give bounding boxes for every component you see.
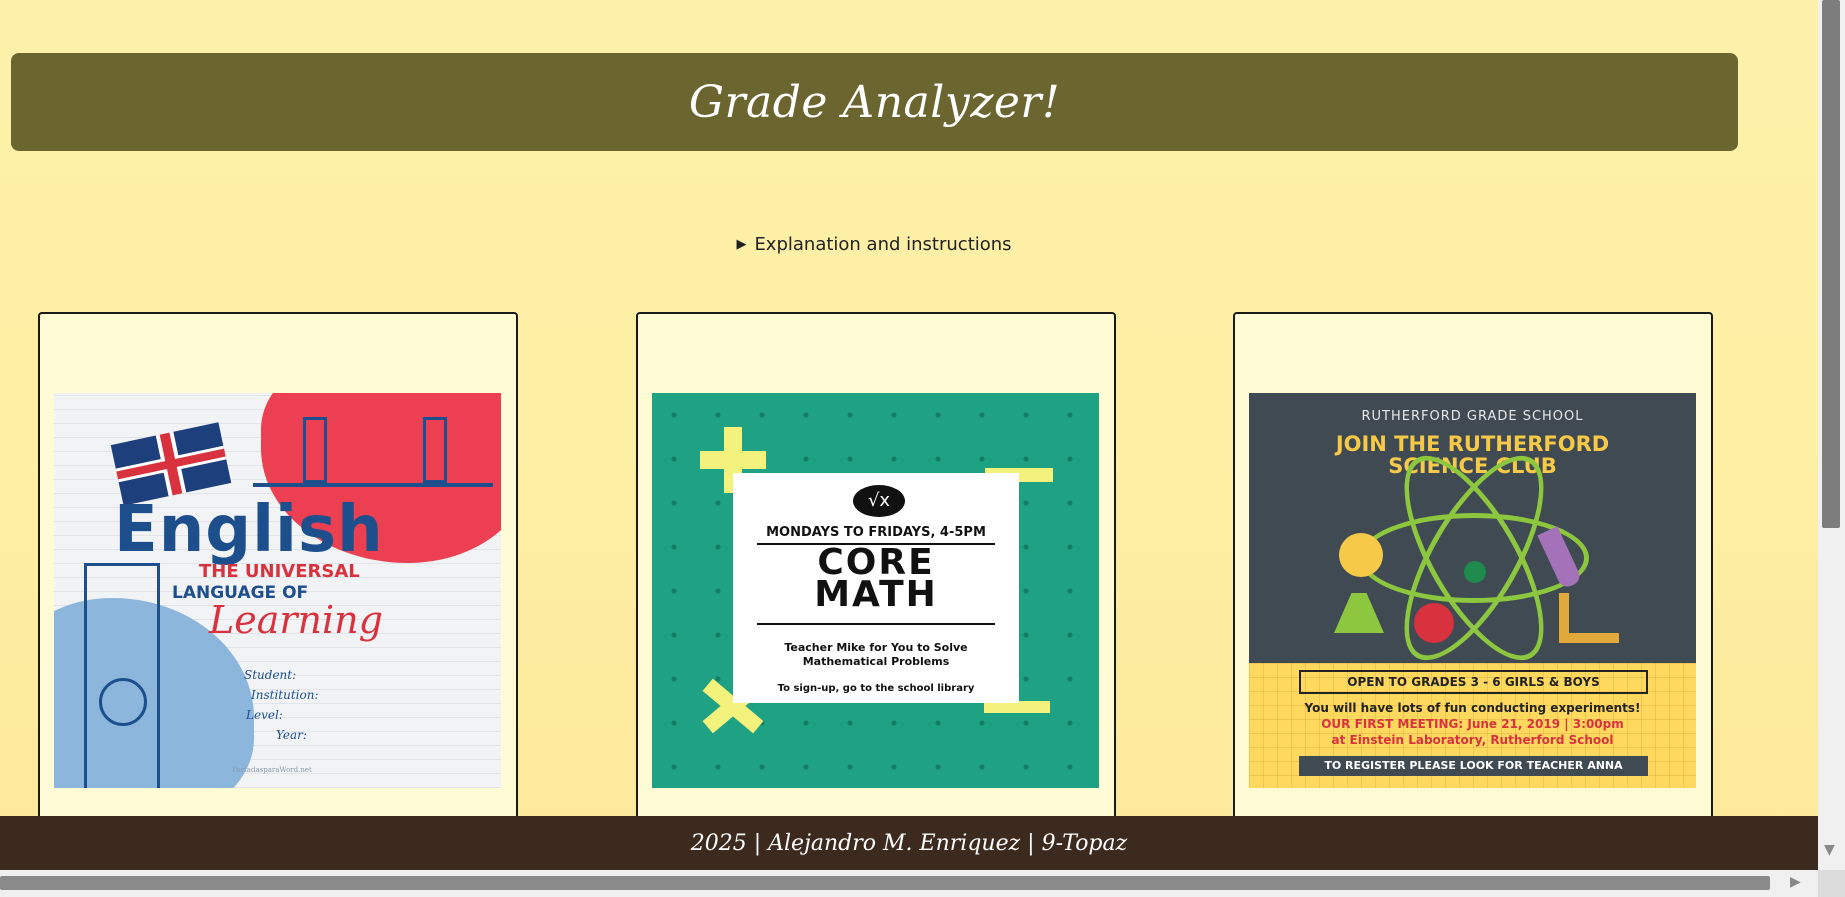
- math-schedule: MONDAYS TO FRIDAYS, 4-5PM: [766, 525, 986, 540]
- horizontal-scrollbar[interactable]: ▶: [0, 870, 1818, 897]
- instructions-details[interactable]: ▶ Explanation and instructions: [0, 232, 1748, 255]
- tower-bridge-icon: [253, 417, 493, 487]
- english-field-student: Student:: [244, 668, 297, 682]
- vertical-scrollbar[interactable]: ▼: [1818, 0, 1845, 870]
- clock-icon: [99, 678, 147, 726]
- english-field-institution: Institution:: [251, 688, 319, 702]
- english-title: English: [114, 493, 384, 567]
- triangle-right-icon: ▶: [736, 237, 747, 252]
- english-subtitle-3: Learning: [209, 598, 383, 642]
- microscope-icon: [1559, 593, 1619, 643]
- scroll-down-arrow-icon[interactable]: ▼: [1824, 842, 1835, 858]
- science-register: TO REGISTER PLEASE LOOK FOR TEACHER ANNA: [1299, 756, 1648, 776]
- math-description: Teacher Mike for You to Solve Mathematic…: [784, 641, 968, 668]
- science-fun: You will have lots of fun conducting exp…: [1304, 701, 1641, 715]
- math-notice-paper: √x MONDAYS TO FRIDAYS, 4-5PM CORE MATH T…: [733, 473, 1019, 703]
- instructions-summary[interactable]: ▶ Explanation and instructions: [736, 234, 1011, 255]
- math-signup: To sign-up, go to the school library: [777, 683, 975, 694]
- header-banner: Grade Analyzer!: [11, 53, 1738, 151]
- english-field-year: Year:: [276, 728, 307, 742]
- card-math: √x MONDAYS TO FRIDAYS, 4-5PM CORE MATH T…: [636, 312, 1116, 870]
- science-poster-image: RUTHERFORD GRADE SCHOOL JOIN THE RUTHERF…: [1249, 393, 1696, 788]
- english-poster-image: English THE UNIVERSAL LANGUAGE OF Learni…: [54, 393, 501, 788]
- page-viewport: Grade Analyzer! ▶ Explanation and instru…: [0, 0, 1818, 870]
- flask-icon: [1339, 533, 1383, 577]
- footer-bar: 2025 | Alejandro M. Enriquez | 9-Topaz: [0, 816, 1818, 870]
- science-title-line2: SCIENCE CLUB: [1388, 454, 1557, 478]
- page-title: Grade Analyzer!: [688, 76, 1061, 128]
- math-poster-image: √x MONDAYS TO FRIDAYS, 4-5PM CORE MATH T…: [652, 393, 1099, 788]
- footer-text: 2025 | Alejandro M. Enriquez | 9-Topaz: [690, 830, 1128, 856]
- horizontal-scrollbar-thumb[interactable]: [0, 876, 1770, 890]
- beaker-icon: [1334, 593, 1384, 633]
- english-credit: PortadasparaWord.net: [232, 766, 312, 774]
- science-grades: OPEN TO GRADES 3 - 6 GIRLS & BOYS: [1299, 670, 1648, 694]
- math-title-line2: MATH: [814, 574, 938, 615]
- round-flask-icon: [1414, 603, 1454, 643]
- scroll-right-arrow-icon[interactable]: ▶: [1790, 874, 1801, 890]
- scrollbar-corner: [1818, 870, 1845, 897]
- instructions-summary-label: Explanation and instructions: [754, 234, 1012, 255]
- science-meeting-line1: OUR FIRST MEETING: June 21, 2019 | 3:00p…: [1321, 717, 1624, 731]
- card-science: RUTHERFORD GRADE SCHOOL JOIN THE RUTHERF…: [1233, 312, 1713, 870]
- english-subtitle-1: THE UNIVERSAL: [199, 561, 360, 582]
- big-ben-icon: [84, 563, 160, 788]
- science-title-line1: JOIN THE RUTHERFORD: [1335, 432, 1610, 456]
- vertical-scrollbar-thumb[interactable]: [1822, 0, 1840, 528]
- english-field-level: Level:: [246, 708, 283, 722]
- science-meeting-line2: at Einstein Laboratory, Rutherford Schoo…: [1331, 733, 1614, 747]
- card-english: English THE UNIVERSAL LANGUAGE OF Learni…: [38, 312, 518, 870]
- math-logo: √x: [853, 485, 905, 517]
- science-school: RUTHERFORD GRADE SCHOOL: [1361, 409, 1584, 424]
